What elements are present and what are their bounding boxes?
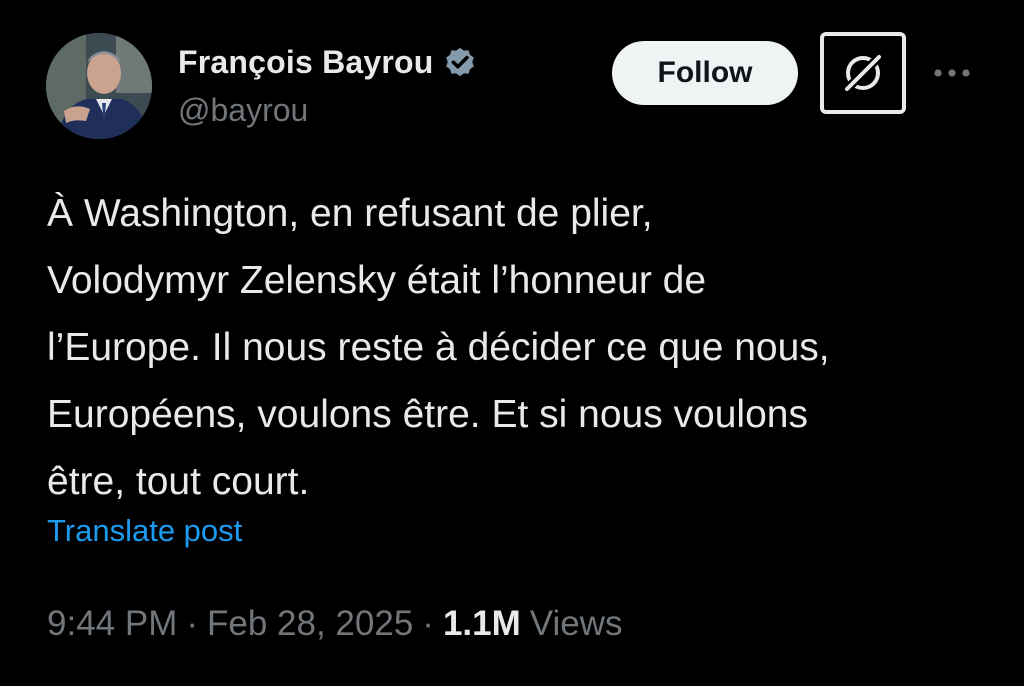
post-time[interactable]: 9:44 PM — [47, 604, 177, 644]
grok-button[interactable] — [820, 32, 906, 114]
meta-separator: · — [422, 604, 434, 643]
post-date[interactable]: Feb 28, 2025 — [207, 604, 413, 644]
post-text-line: Européens, voulons être. Et si nous voul… — [47, 393, 808, 436]
grok-icon — [840, 50, 886, 96]
avatar[interactable] — [46, 33, 152, 139]
post-text-line: l’Europe. Il nous reste à décider ce que… — [47, 326, 830, 369]
author-name-row[interactable]: François Bayrou — [178, 40, 478, 84]
more-dots-icon — [934, 69, 970, 77]
verified-badge-icon — [442, 44, 478, 80]
post-text: À Washington, en refusant de plier, Volo… — [47, 180, 997, 515]
post-text-line: être, tout court. — [47, 460, 310, 503]
views-count: 1.1M — [442, 604, 521, 643]
author-display-name[interactable]: François Bayrou — [178, 44, 434, 81]
avatar-photo — [46, 33, 152, 139]
translate-post-link[interactable]: Translate post — [47, 513, 242, 549]
views-label: Views — [529, 604, 623, 643]
author-handle[interactable]: @bayrou — [178, 92, 308, 129]
post-text-line: À Washington, en refusant de plier, — [47, 192, 653, 235]
meta-separator: · — [186, 604, 199, 643]
post-text-line: Volodymyr Zelensky était l’honneur de — [47, 259, 707, 302]
post-metadata: 9:44 PM · Feb 28, 2025 · 1.1M Views — [47, 604, 623, 644]
follow-button[interactable]: Follow — [612, 41, 798, 105]
tweet: François Bayrou @bayrou Follow À Washing… — [0, 0, 1024, 686]
more-options-button[interactable] — [930, 58, 974, 88]
